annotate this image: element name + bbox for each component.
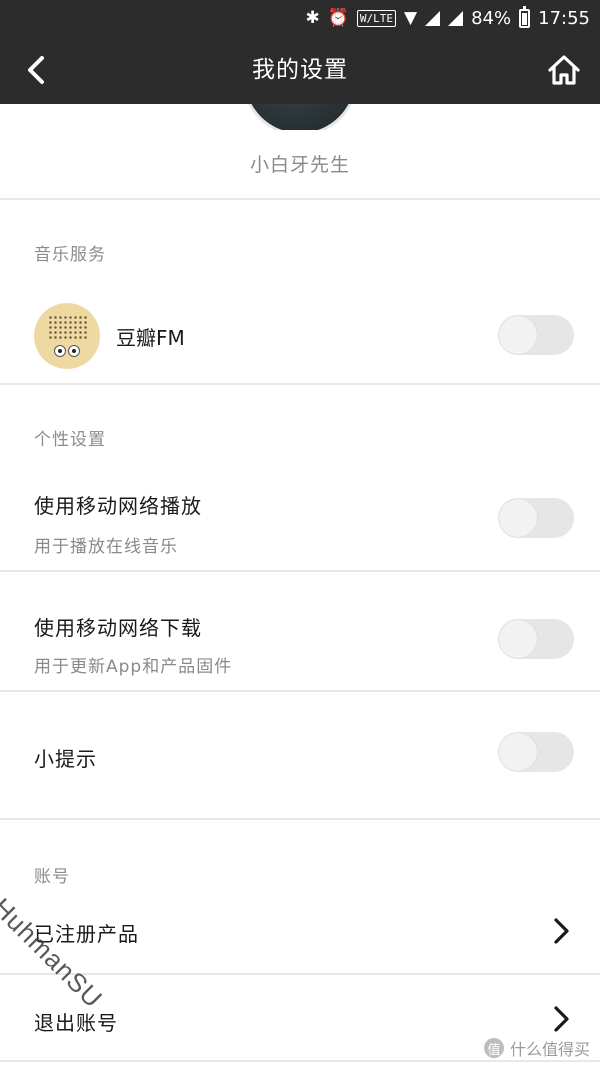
toggle-knob xyxy=(499,499,537,537)
back-button[interactable] xyxy=(18,50,58,90)
tips-toggle[interactable] xyxy=(498,732,574,772)
toggle-knob xyxy=(499,316,537,354)
home-button[interactable] xyxy=(544,50,584,90)
divider xyxy=(0,198,600,200)
radio-grille xyxy=(48,315,88,339)
logout-label: 退出账号 xyxy=(34,1011,118,1035)
mobile-download-title: 使用移动网络下载 xyxy=(34,616,202,640)
site-watermark-text: 什么值得买 xyxy=(509,1040,590,1059)
avatar[interactable] xyxy=(242,104,358,130)
alarm-icon: ⏰ xyxy=(327,7,349,28)
toggle-knob xyxy=(499,733,537,771)
chevron-right-icon xyxy=(554,918,569,944)
avatar-clip xyxy=(238,104,362,130)
lte-badge: W/LTE xyxy=(356,9,397,27)
mobile-download-subtitle: 用于更新App和产品固件 xyxy=(34,657,233,677)
douban-fm-toggle[interactable] xyxy=(498,315,574,355)
registered-products-row[interactable]: 已注册产品 xyxy=(0,896,600,972)
chevron-right-icon xyxy=(554,1006,569,1032)
divider xyxy=(0,570,600,572)
battery-percent: 84% xyxy=(471,7,512,29)
mobile-play-toggle[interactable] xyxy=(498,498,574,538)
divider xyxy=(0,1060,600,1062)
bluetooth-icon: ✱ xyxy=(305,7,320,28)
mobile-play-title: 使用移动网络播放 xyxy=(34,494,202,518)
mobile-play-subtitle: 用于播放在线音乐 xyxy=(34,537,178,557)
title-bar: 我的设置 xyxy=(0,36,600,104)
signal-icon xyxy=(425,10,441,26)
home-icon xyxy=(548,55,580,85)
eye-right xyxy=(68,345,80,357)
divider xyxy=(0,383,600,385)
eye-left xyxy=(54,345,66,357)
signal-icon-2 xyxy=(448,10,464,26)
status-bar: ✱ ⏰ W/LTE ▼ 84% 17:55 xyxy=(0,0,600,36)
toggle-knob xyxy=(499,620,537,658)
douban-fm-label: 豆瓣FM xyxy=(116,326,185,350)
section-label-account: 账号 xyxy=(34,867,70,887)
divider xyxy=(0,690,600,692)
battery-icon xyxy=(519,5,531,28)
douban-fm-app-icon xyxy=(34,303,100,369)
page-title: 我的设置 xyxy=(252,57,348,83)
username: 小白牙先生 xyxy=(249,154,350,176)
tips-title: 小提示 xyxy=(34,747,97,771)
mobile-download-toggle[interactable] xyxy=(498,619,574,659)
section-label-personal: 个性设置 xyxy=(34,430,106,450)
wifi-icon: ▼ xyxy=(404,7,418,28)
clock: 17:55 xyxy=(538,7,590,29)
section-label-music: 音乐服务 xyxy=(34,245,106,265)
site-logo-icon: 值 xyxy=(483,1038,504,1058)
site-watermark: 值 什么值得买 xyxy=(483,1036,590,1060)
divider xyxy=(0,818,600,820)
chevron-left-icon xyxy=(28,56,44,84)
